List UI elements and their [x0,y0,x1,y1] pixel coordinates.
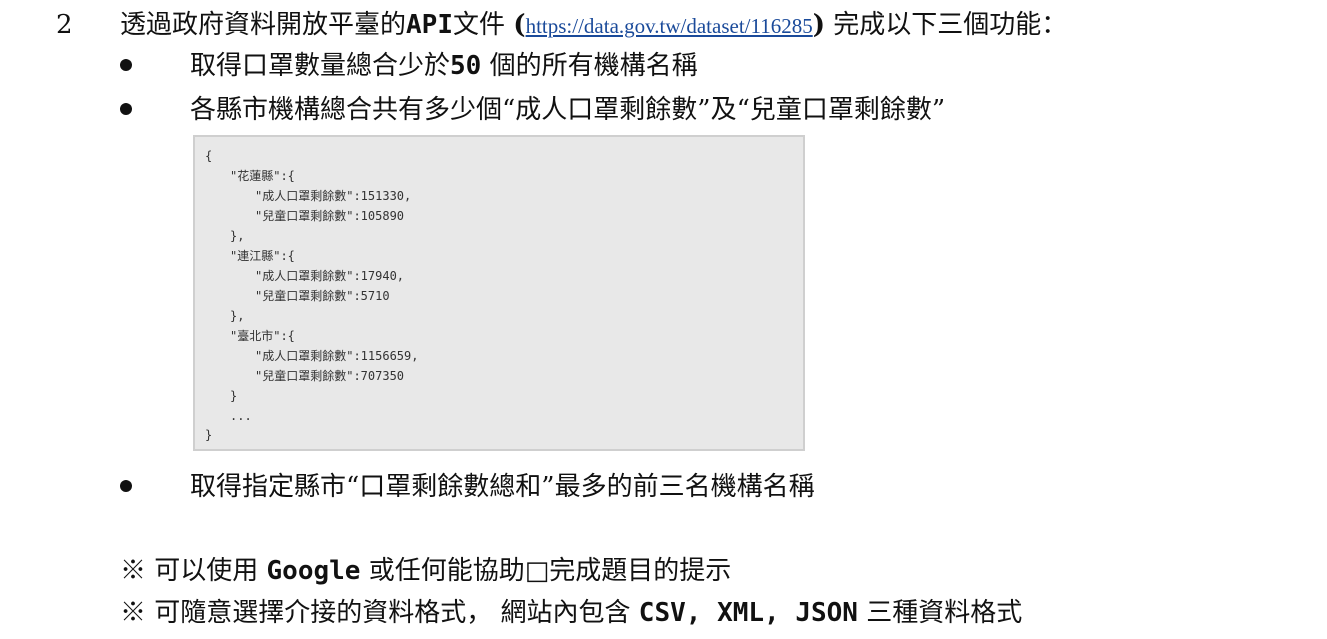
note-1-suffix: 或任何能協助□完成題目的提示 [360,556,732,586]
close-paren: ) [812,10,826,40]
item-text-before: 透過政府資料開放平臺的 [120,10,407,40]
note-2: ※ 可隨意選擇介接的資料格式， 網站內包含 CSV, XML, JSON 三種資… [120,596,1022,630]
code-line: "臺北市":{ [230,329,295,343]
note-1-prefix: ※ 可以使用 [120,556,267,586]
code-line: "成人口罩剩餘數":151330, [255,189,412,203]
code-line: "兒童口罩剩餘數":105890 [255,209,405,223]
item-number: 2 [56,10,73,40]
bullet-2-text: 各縣市機構總合共有多少個“成人口罩剩餘數”及“兒童口罩剩餘數” [190,95,946,125]
code-line: "兒童口罩剩餘數":5710 [255,289,390,303]
dataset-link[interactable]: https://data.gov.tw/dataset/116285 [526,14,813,38]
code-line: "成人口罩剩餘數":17940, [255,269,405,283]
code-line: "花蓮縣":{ [230,169,295,183]
note-2-mono: CSV, XML, JSON [638,598,858,628]
code-line: } [205,428,213,442]
code-line: "兒童口罩剩餘數":707350 [255,369,405,383]
code-line: "連江縣":{ [230,249,295,263]
note-1: ※ 可以使用 Google 或任何能協助□完成題目的提示 [120,554,731,588]
bullet-item-3: 取得指定縣市“口罩剩餘數總和”最多的前三名機構名稱 [120,470,815,504]
code-line: { [205,149,213,163]
bullet-3-text: 取得指定縣市“口罩剩餘數總和”最多的前三名機構名稱 [190,472,815,502]
bullet-1-after: 個的所有機構名稱 [481,51,698,81]
code-line: }, [230,309,245,323]
item-heading: 透過政府資料開放平臺的API文件 (https://data.gov.tw/da… [120,8,1067,43]
code-line: } [230,389,238,403]
note-1-mono: Google [266,556,361,586]
bullet-item-1: 取得口罩數量總合少於50 個的所有機構名稱 [120,49,698,83]
code-line: ... [230,409,252,423]
code-line: }, [230,229,245,243]
item-text-mid: 文件 [452,10,514,40]
note-2-suffix: 三種資料格式 [857,598,1023,628]
open-paren: ( [513,10,526,40]
api-text: API [406,10,453,40]
bullet-item-2: 各縣市機構總合共有多少個“成人口罩剩餘數”及“兒童口罩剩餘數” [120,93,945,127]
bullet-1-number: 50 [450,51,482,81]
code-line: "成人口罩剩餘數":1156659, [255,349,419,363]
bullet-icon [120,103,132,115]
document-page: 2 透過政府資料開放平臺的API文件 (https://data.gov.tw/… [0,0,1327,639]
item-text-after: 完成以下三個功能： [825,10,1068,40]
json-code-sample: { "花蓮縣":{ "成人口罩剩餘數":151330, "兒童口罩剩餘數":10… [193,135,805,451]
bullet-icon [120,59,132,71]
bullet-icon [120,480,132,492]
note-2-prefix: ※ 可隨意選擇介接的資料格式， 網站內包含 [120,598,639,628]
bullet-1-before: 取得口罩數量總合少於 [190,51,451,81]
